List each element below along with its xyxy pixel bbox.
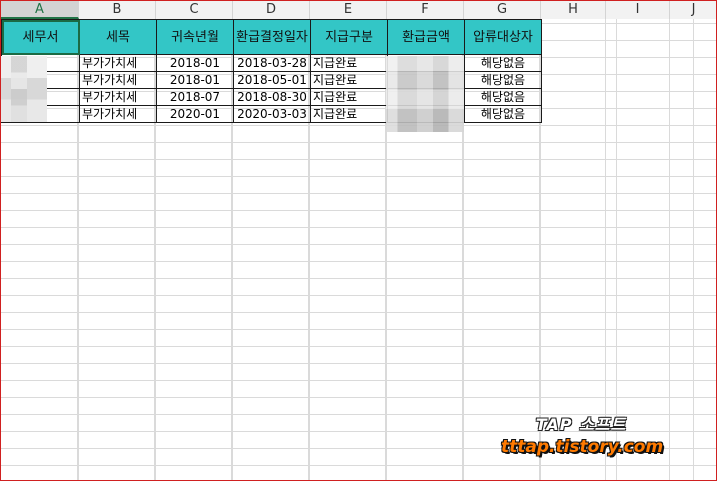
cell-decision-date[interactable]: 2018-05-01 (233, 71, 311, 89)
column-header-bar: A B C D E F G H I J (1, 1, 716, 20)
watermark-url: tttap.tistory.com (501, 437, 664, 457)
cell-tax-item[interactable]: 부가가치세 (79, 105, 157, 123)
header-period[interactable]: 귀속년월 (156, 19, 234, 55)
cell-payment-type[interactable]: 지급완료 (310, 88, 388, 106)
cell-payment-type[interactable]: 지급완료 (310, 54, 388, 72)
header-tax-office[interactable]: 세무서 (1, 19, 80, 55)
cell-seizure-target[interactable]: 해당없음 (464, 88, 542, 106)
column-header-g[interactable]: G (464, 1, 541, 19)
cell-tax-item[interactable]: 부가가치세 (79, 88, 157, 106)
cell-seizure-target[interactable]: 해당없음 (464, 105, 542, 123)
grid-line (669, 19, 670, 480)
watermark-logo: TAP 소프트 tttap.tistory.com (501, 411, 664, 457)
cell-decision-date[interactable]: 2018-08-30 (233, 88, 311, 106)
header-payment-type[interactable]: 지급구분 (310, 19, 388, 55)
header-refund-amount[interactable]: 환급금액 (387, 19, 465, 55)
cell-payment-type[interactable]: 지급완료 (310, 71, 388, 89)
column-header-i[interactable]: I (606, 1, 670, 19)
cell-decision-date[interactable]: 2020-03-03 (233, 105, 311, 123)
cell-tax-item[interactable]: 부가가치세 (79, 71, 157, 89)
cell-seizure-target[interactable]: 해당없음 (464, 54, 542, 72)
column-header-d[interactable]: D (233, 1, 310, 19)
header-tax-item[interactable]: 세목 (79, 19, 157, 55)
cell-tax-item[interactable]: 부가가치세 (79, 54, 157, 72)
column-header-a[interactable]: A (1, 1, 79, 19)
cell-period[interactable]: 2018-07 (156, 88, 234, 106)
header-decision-date[interactable]: 환급결정일자 (233, 19, 311, 55)
cell-period[interactable]: 2018-01 (156, 54, 234, 72)
column-header-j[interactable]: J (670, 1, 716, 19)
column-header-h[interactable]: H (541, 1, 606, 19)
column-header-b[interactable]: B (79, 1, 156, 19)
table-header-row: 세무서 세목 귀속년월 환급결정일자 지급구분 환급금액 압류대상자 (1, 19, 542, 55)
column-header-e[interactable]: E (310, 1, 387, 19)
cell-decision-date[interactable]: 2018-03-28 (233, 54, 311, 72)
spreadsheet: A B C D E F G H I J 세무서 세목 귀속년월 환급결정일자 지… (0, 0, 717, 481)
redacted-refund-amount-mosaic (386, 56, 464, 132)
cell-period[interactable]: 2018-01 (156, 71, 234, 89)
header-seizure-target[interactable]: 압류대상자 (464, 19, 542, 55)
cell-period[interactable]: 2020-01 (156, 105, 234, 123)
redacted-tax-office-mosaic (1, 56, 47, 122)
cell-seizure-target[interactable]: 해당없음 (464, 71, 542, 89)
column-header-f[interactable]: F (387, 1, 464, 19)
cell-payment-type[interactable]: 지급완료 (310, 105, 388, 123)
column-header-c[interactable]: C (156, 1, 233, 19)
watermark-title: TAP 소프트 (535, 415, 627, 434)
